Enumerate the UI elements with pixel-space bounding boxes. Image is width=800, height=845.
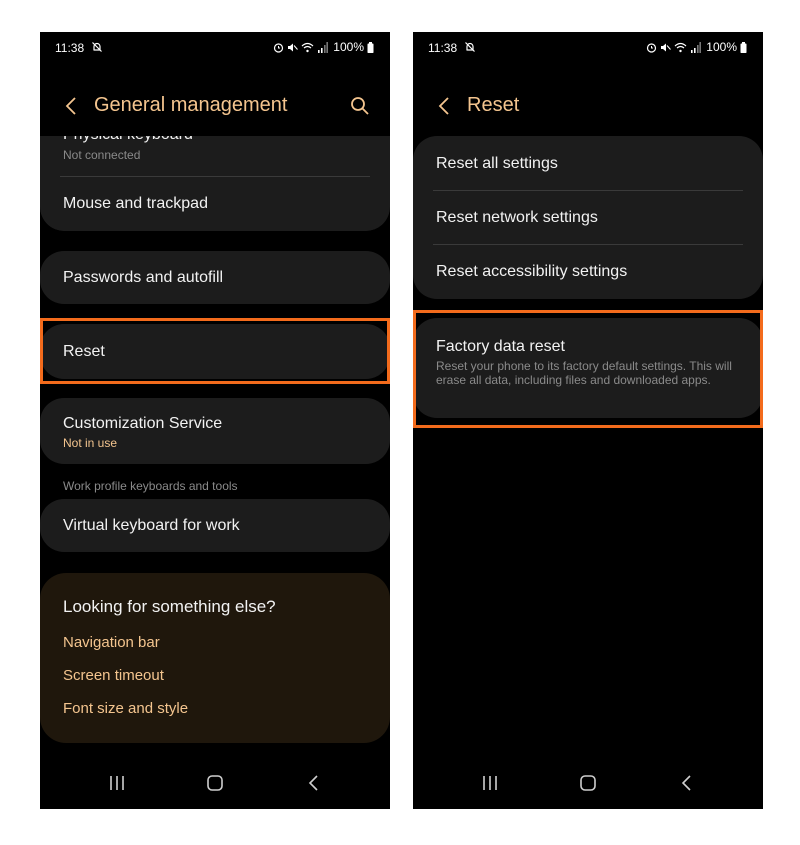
battery-percent: 100% [333, 40, 364, 54]
wifi-icon [301, 42, 314, 52]
battery-icon [367, 41, 374, 53]
item-description: Reset your phone to its factory default … [436, 359, 732, 387]
settings-item-factory-data-reset[interactable]: Factory data reset Reset your phone to i… [413, 318, 763, 418]
back-nav-icon[interactable] [681, 775, 693, 791]
item-title: Passwords and autofill [63, 269, 224, 286]
recent-apps-icon[interactable] [108, 775, 126, 791]
page-title: General management [94, 94, 288, 116]
alarm-icon [647, 42, 657, 53]
item-title: Reset network settings [436, 209, 598, 226]
back-arrow-icon[interactable] [62, 96, 82, 116]
dnd-off-icon [92, 42, 102, 52]
section-label-work-profile: Work profile keyboards and tools [63, 479, 238, 493]
item-subtitle: Not connected [63, 148, 141, 162]
back-arrow-icon[interactable] [435, 96, 455, 116]
navigation-bar [413, 761, 763, 809]
battery-percent: 100% [706, 40, 737, 54]
home-icon[interactable] [207, 775, 223, 791]
wifi-icon [674, 42, 687, 52]
status-bar: 11:38 100% [413, 32, 763, 64]
header-scroll-mask [40, 124, 390, 136]
item-title: Customization Service [63, 415, 223, 432]
suggestion-link-screen-timeout[interactable]: Screen timeout [63, 667, 164, 684]
settings-item-reset-all[interactable]: Reset all settings [413, 136, 763, 190]
settings-item-physical-keyboard[interactable]: Physical keyboard Not connected [40, 136, 390, 176]
suggestions-title: Looking for something else? [63, 597, 276, 616]
suggestions-card: Looking for something else? Navigation b… [40, 573, 390, 743]
phone-screen-reset: 11:38 100% Reset Reset all settings Rese… [413, 32, 763, 809]
suggestion-link-navigation-bar[interactable]: Navigation bar [63, 634, 160, 651]
item-title: Mouse and trackpad [63, 195, 208, 212]
status-time: 11:38 [55, 41, 85, 55]
status-time: 11:38 [428, 41, 458, 55]
suggestion-link-font-size-style[interactable]: Font size and style [63, 700, 188, 717]
item-title: Reset all settings [436, 155, 558, 172]
navigation-bar [40, 761, 390, 809]
mute-icon [288, 43, 299, 51]
phone-screen-general-management: 11:38 100% General management Not connec… [40, 32, 390, 809]
page-title: Reset [467, 94, 520, 116]
home-icon[interactable] [580, 775, 596, 791]
signal-icon [318, 41, 329, 53]
item-title: Reset [63, 343, 105, 360]
reset-options-card: Reset all settings Reset network setting… [413, 136, 763, 299]
app-header: General management [40, 88, 390, 124]
recent-apps-icon[interactable] [481, 775, 499, 791]
item-title: Factory data reset [436, 338, 565, 355]
status-bar: 11:38 100% [40, 32, 390, 64]
settings-item-reset-network[interactable]: Reset network settings [413, 191, 763, 244]
app-header: Reset [413, 88, 763, 124]
item-title: Physical keyboard [63, 136, 193, 144]
item-title: Reset accessibility settings [436, 263, 628, 280]
battery-icon [740, 41, 747, 53]
settings-item-reset-accessibility[interactable]: Reset accessibility settings [413, 245, 763, 299]
item-title: Virtual keyboard for work [63, 517, 240, 534]
alarm-icon [274, 42, 284, 53]
dnd-off-icon [465, 42, 475, 52]
settings-item-customization-service[interactable]: Customization Service Not in use [40, 398, 390, 464]
mute-icon [661, 43, 672, 51]
back-nav-icon[interactable] [308, 775, 320, 791]
settings-item-passwords-autofill[interactable]: Passwords and autofill [40, 251, 390, 304]
search-icon[interactable] [350, 96, 370, 116]
item-subtitle: Not in use [63, 436, 118, 450]
settings-item-virtual-keyboard-work[interactable]: Virtual keyboard for work [40, 499, 390, 552]
signal-icon [691, 41, 702, 53]
settings-item-reset[interactable]: Reset [40, 324, 390, 379]
settings-item-mouse-trackpad[interactable]: Mouse and trackpad [40, 177, 390, 231]
keyboard-settings-card: Physical keyboard Not connected Mouse an… [40, 136, 390, 231]
